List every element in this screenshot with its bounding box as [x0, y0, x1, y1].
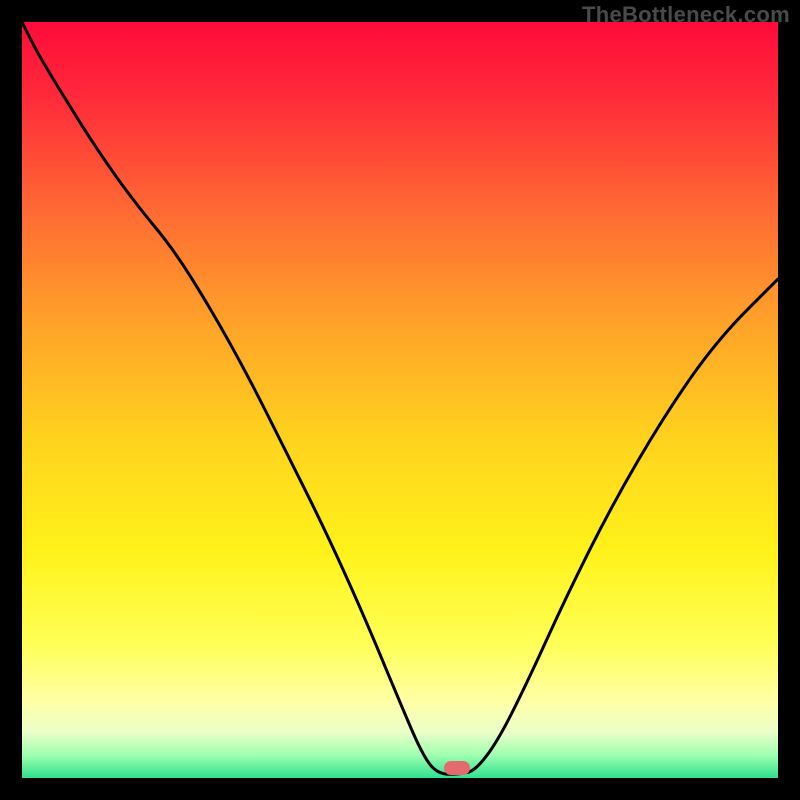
watermark-text: TheBottleneck.com: [582, 2, 790, 28]
chart-frame: TheBottleneck.com: [0, 0, 800, 800]
plot-area: [22, 22, 778, 778]
plot-svg: [22, 22, 778, 778]
optimal-marker: [444, 761, 470, 775]
gradient-background: [22, 22, 778, 778]
